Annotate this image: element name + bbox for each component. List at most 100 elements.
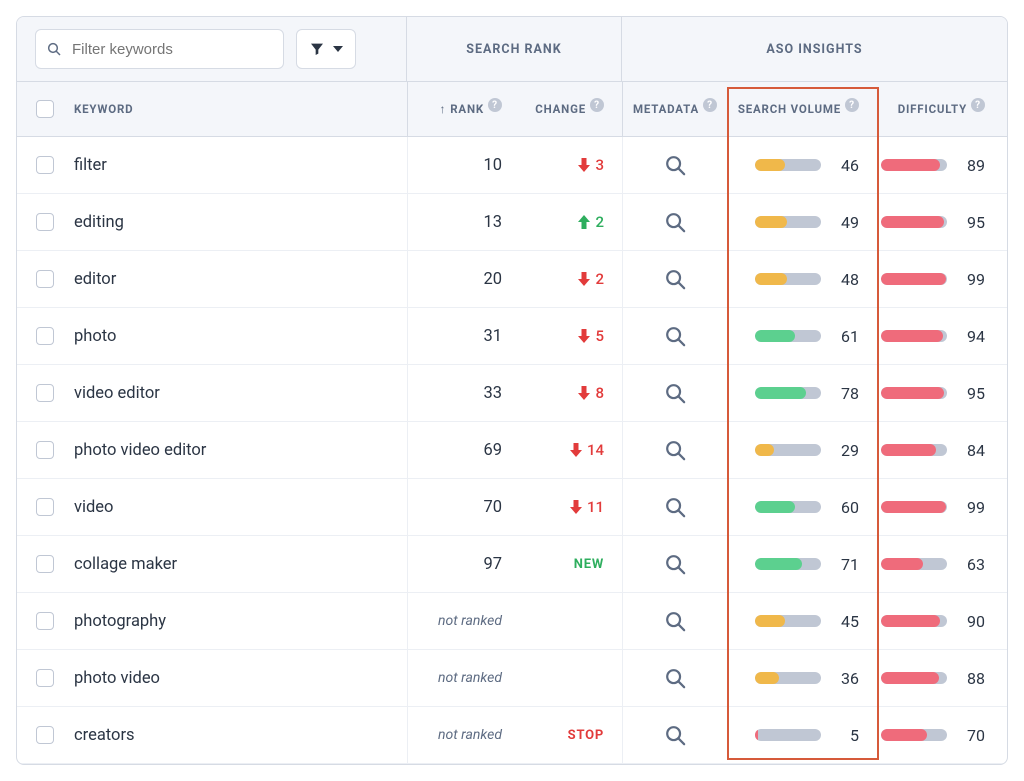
- table-row: video editor3387895: [17, 365, 1007, 422]
- arrow-down-icon: [578, 329, 590, 343]
- metadata-search-icon[interactable]: [662, 551, 688, 577]
- column-label: DIFFICULTY: [898, 102, 967, 116]
- search-volume-bar: [755, 672, 821, 684]
- group-header-aso-insights: ASO INSIGHTS: [622, 17, 1007, 82]
- column-label: CHANGE: [535, 102, 586, 116]
- column-header-difficulty[interactable]: DIFFICULTY ?: [877, 82, 1007, 136]
- change-value: 8: [595, 384, 604, 402]
- search-volume-value: 48: [835, 270, 859, 289]
- rank-not-ranked: not ranked: [438, 613, 502, 629]
- search-volume-value: 71: [835, 555, 859, 574]
- select-all-cell: [17, 82, 72, 136]
- group-label: ASO INSIGHTS: [766, 42, 862, 57]
- column-header-change[interactable]: CHANGE ?: [512, 82, 622, 136]
- metadata-search-icon[interactable]: [662, 494, 688, 520]
- rank-value: 70: [483, 498, 502, 517]
- row-checkbox[interactable]: [36, 156, 54, 174]
- rank-value: 97: [483, 555, 502, 574]
- metadata-search-icon[interactable]: [662, 266, 688, 292]
- row-checkbox[interactable]: [36, 441, 54, 459]
- rank-not-ranked: not ranked: [438, 670, 502, 686]
- metadata-search-icon[interactable]: [662, 152, 688, 178]
- keyword-text: photo video editor: [74, 441, 206, 460]
- column-label: RANK: [450, 102, 484, 116]
- row-checkbox[interactable]: [36, 327, 54, 345]
- arrow-down-icon: [578, 386, 590, 400]
- change-value: 11: [587, 498, 604, 516]
- search-volume-bar: [755, 615, 821, 627]
- keyword-text: photography: [74, 612, 166, 631]
- difficulty-bar: [881, 501, 947, 513]
- difficulty-value: 99: [961, 270, 985, 289]
- column-header-metadata[interactable]: METADATA ?: [622, 82, 727, 136]
- help-icon[interactable]: ?: [703, 98, 717, 112]
- row-checkbox[interactable]: [36, 669, 54, 687]
- filter-keywords-input[interactable]: [70, 40, 273, 59]
- help-icon[interactable]: ?: [488, 98, 502, 112]
- help-icon[interactable]: ?: [845, 98, 859, 112]
- row-checkbox[interactable]: [36, 555, 54, 573]
- change-stop-badge: STOP: [568, 728, 604, 743]
- search-icon: [46, 41, 62, 57]
- arrow-down-icon: [570, 443, 582, 457]
- help-icon[interactable]: ?: [590, 98, 604, 112]
- search-volume-bar: [755, 159, 821, 171]
- metadata-search-icon[interactable]: [662, 665, 688, 691]
- row-checkbox[interactable]: [36, 726, 54, 744]
- difficulty-bar: [881, 615, 947, 627]
- row-checkbox[interactable]: [36, 213, 54, 231]
- keyword-text: video: [74, 498, 113, 517]
- row-checkbox[interactable]: [36, 612, 54, 630]
- search-volume-bar: [755, 330, 821, 342]
- arrow-down-icon: [570, 500, 582, 514]
- column-header-rank[interactable]: ↑ RANK ?: [407, 82, 512, 136]
- keyword-text: editor: [74, 270, 116, 289]
- table-row: collage maker97NEW7163: [17, 536, 1007, 593]
- difficulty-value: 99: [961, 498, 985, 517]
- metadata-search-icon[interactable]: [662, 380, 688, 406]
- row-checkbox[interactable]: [36, 384, 54, 402]
- group-label: SEARCH RANK: [466, 42, 561, 57]
- metadata-search-icon[interactable]: [662, 209, 688, 235]
- rank-not-ranked: not ranked: [438, 727, 502, 743]
- select-all-checkbox[interactable]: [36, 100, 54, 118]
- search-volume-value: 36: [835, 669, 859, 688]
- search-volume-bar: [755, 501, 821, 513]
- search-volume-value: 60: [835, 498, 859, 517]
- row-checkbox[interactable]: [36, 270, 54, 288]
- column-header-search-volume[interactable]: SEARCH VOLUME ?: [727, 82, 877, 136]
- arrow-up-icon: [578, 215, 590, 229]
- difficulty-value: 88: [961, 669, 985, 688]
- filter-dropdown-button[interactable]: [296, 29, 356, 69]
- change-value: 14: [587, 441, 604, 459]
- filter-area: [17, 17, 407, 82]
- arrow-down-icon: [578, 272, 590, 286]
- difficulty-value: 70: [961, 726, 985, 745]
- difficulty-value: 95: [961, 213, 985, 232]
- table-row: photo video not ranked 36 88: [17, 650, 1007, 707]
- metadata-search-icon[interactable]: [662, 437, 688, 463]
- filter-keywords-input-wrap[interactable]: [35, 29, 284, 69]
- search-volume-value: 78: [835, 384, 859, 403]
- row-checkbox[interactable]: [36, 498, 54, 516]
- table-row: photo video editor69142984: [17, 422, 1007, 479]
- search-volume-bar: [755, 729, 821, 741]
- column-header-keyword[interactable]: KEYWORD: [72, 82, 407, 136]
- metadata-search-icon[interactable]: [662, 323, 688, 349]
- funnel-icon: [309, 41, 325, 57]
- difficulty-bar: [881, 159, 947, 171]
- table-row: creatorsnot rankedSTOP570: [17, 707, 1007, 764]
- difficulty-bar: [881, 729, 947, 741]
- metadata-search-icon[interactable]: [662, 722, 688, 748]
- keyword-text: photo video: [74, 669, 160, 688]
- search-volume-bar: [755, 216, 821, 228]
- keyword-text: filter: [74, 156, 107, 175]
- metadata-search-icon[interactable]: [662, 608, 688, 634]
- help-icon[interactable]: ?: [971, 98, 985, 112]
- search-volume-value: 49: [835, 213, 859, 232]
- change-value: 2: [595, 270, 604, 288]
- difficulty-bar: [881, 387, 947, 399]
- column-label: SEARCH VOLUME: [738, 102, 841, 116]
- keyword-text: video editor: [74, 384, 160, 403]
- keyword-text: editing: [74, 213, 124, 232]
